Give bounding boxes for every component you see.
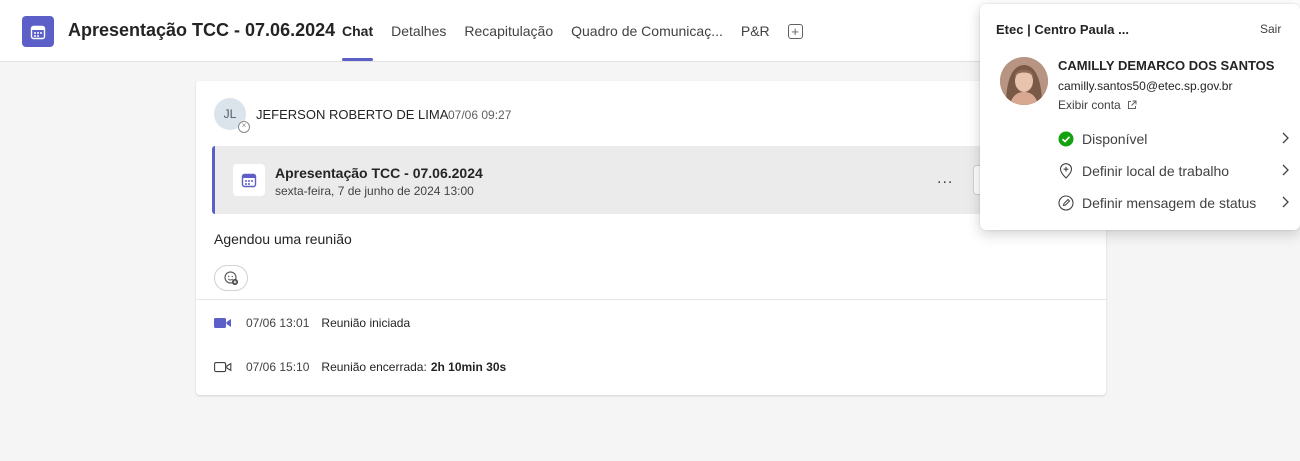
- status-message-label: Definir mensagem de status: [1082, 195, 1257, 211]
- tab-whiteboard[interactable]: Quadro de Comunicaç...: [571, 0, 723, 62]
- event-meeting-ended: 07/06 15:10 Reunião encerrada: 2h 10min …: [214, 360, 506, 374]
- location-icon: [1058, 163, 1074, 179]
- organization-name: Etec | Centro Paula ...: [996, 22, 1129, 37]
- tab-bar: Chat Detalhes Recapitulação Quadro de Co…: [342, 0, 821, 62]
- available-icon: [1058, 131, 1074, 147]
- video-filled-icon: [214, 317, 232, 329]
- sender-name: JEFERSON ROBERTO DE LIMA: [256, 107, 449, 122]
- meeting-title: Apresentação TCC - 07.06.2024: [275, 165, 483, 181]
- add-reaction-button[interactable]: [214, 265, 248, 291]
- user-name: CAMILLY DEMARCO DOS SANTOS: [1058, 58, 1275, 73]
- view-account-label: Exibir conta: [1058, 98, 1121, 112]
- chevron-right-icon: [1282, 164, 1289, 176]
- avatar[interactable]: JL ×: [214, 98, 250, 133]
- tab-chat[interactable]: Chat: [342, 0, 374, 62]
- event-time: 07/06 15:10: [246, 360, 310, 374]
- event-time: 07/06 13:01: [246, 316, 310, 330]
- avatar-initials: JL: [223, 107, 237, 121]
- presence-status-item[interactable]: Disponível: [1058, 125, 1290, 153]
- profile-popup: Etec | Centro Paula ... Sair CAMILLY DEM…: [980, 4, 1300, 230]
- tab-recap[interactable]: Recapitulação: [464, 0, 553, 62]
- set-status-message-item[interactable]: Definir mensagem de status: [1058, 189, 1290, 217]
- event-text: Reunião encerrada:: [321, 360, 427, 374]
- event-meeting-started: 07/06 13:01 Reunião iniciada: [214, 316, 410, 330]
- event-text: Reunião iniciada: [321, 316, 411, 330]
- add-tab-button[interactable]: +: [787, 0, 803, 62]
- more-options-button[interactable]: ...: [937, 170, 953, 188]
- presence-label: Disponível: [1082, 131, 1148, 147]
- chevron-right-icon: [1282, 196, 1289, 208]
- page-title: Apresentação TCC - 07.06.2024: [68, 20, 336, 40]
- meeting-duration: 2h 10min 30s: [430, 360, 507, 374]
- meeting-date: sexta-feira, 7 de junho de 2024 13:00: [275, 184, 474, 198]
- message-time: 07/06 09:27: [448, 108, 512, 122]
- message-body: Agendou uma reunião: [214, 231, 352, 247]
- meeting-card[interactable]: Apresentação TCC - 07.06.2024 sexta-feir…: [212, 146, 1106, 214]
- profile-avatar[interactable]: [1000, 57, 1048, 105]
- offline-status-icon: ×: [238, 121, 250, 133]
- message-card: JL × JEFERSON ROBERTO DE LIMA 07/06 09:2…: [196, 81, 1106, 395]
- tab-details[interactable]: Detalhes: [391, 0, 446, 62]
- calendar-app-icon: [22, 16, 54, 47]
- chevron-right-icon: [1282, 132, 1289, 144]
- calendar-icon: [233, 164, 265, 196]
- work-location-label: Definir local de trabalho: [1082, 163, 1230, 179]
- edit-status-icon: [1058, 195, 1074, 211]
- sign-out-link[interactable]: Sair: [1260, 22, 1281, 36]
- video-outline-icon: [214, 361, 232, 373]
- divider: [196, 299, 1106, 300]
- user-email: camilly.santos50@etec.sp.gov.br: [1058, 79, 1233, 93]
- emoji-add-icon: [224, 271, 238, 285]
- set-work-location-item[interactable]: Definir local de trabalho: [1058, 157, 1290, 185]
- external-link-icon: [1127, 100, 1137, 109]
- view-account-link[interactable]: Exibir conta: [1058, 98, 1137, 112]
- tab-qa[interactable]: P&R: [741, 0, 770, 62]
- add-icon: +: [787, 24, 803, 39]
